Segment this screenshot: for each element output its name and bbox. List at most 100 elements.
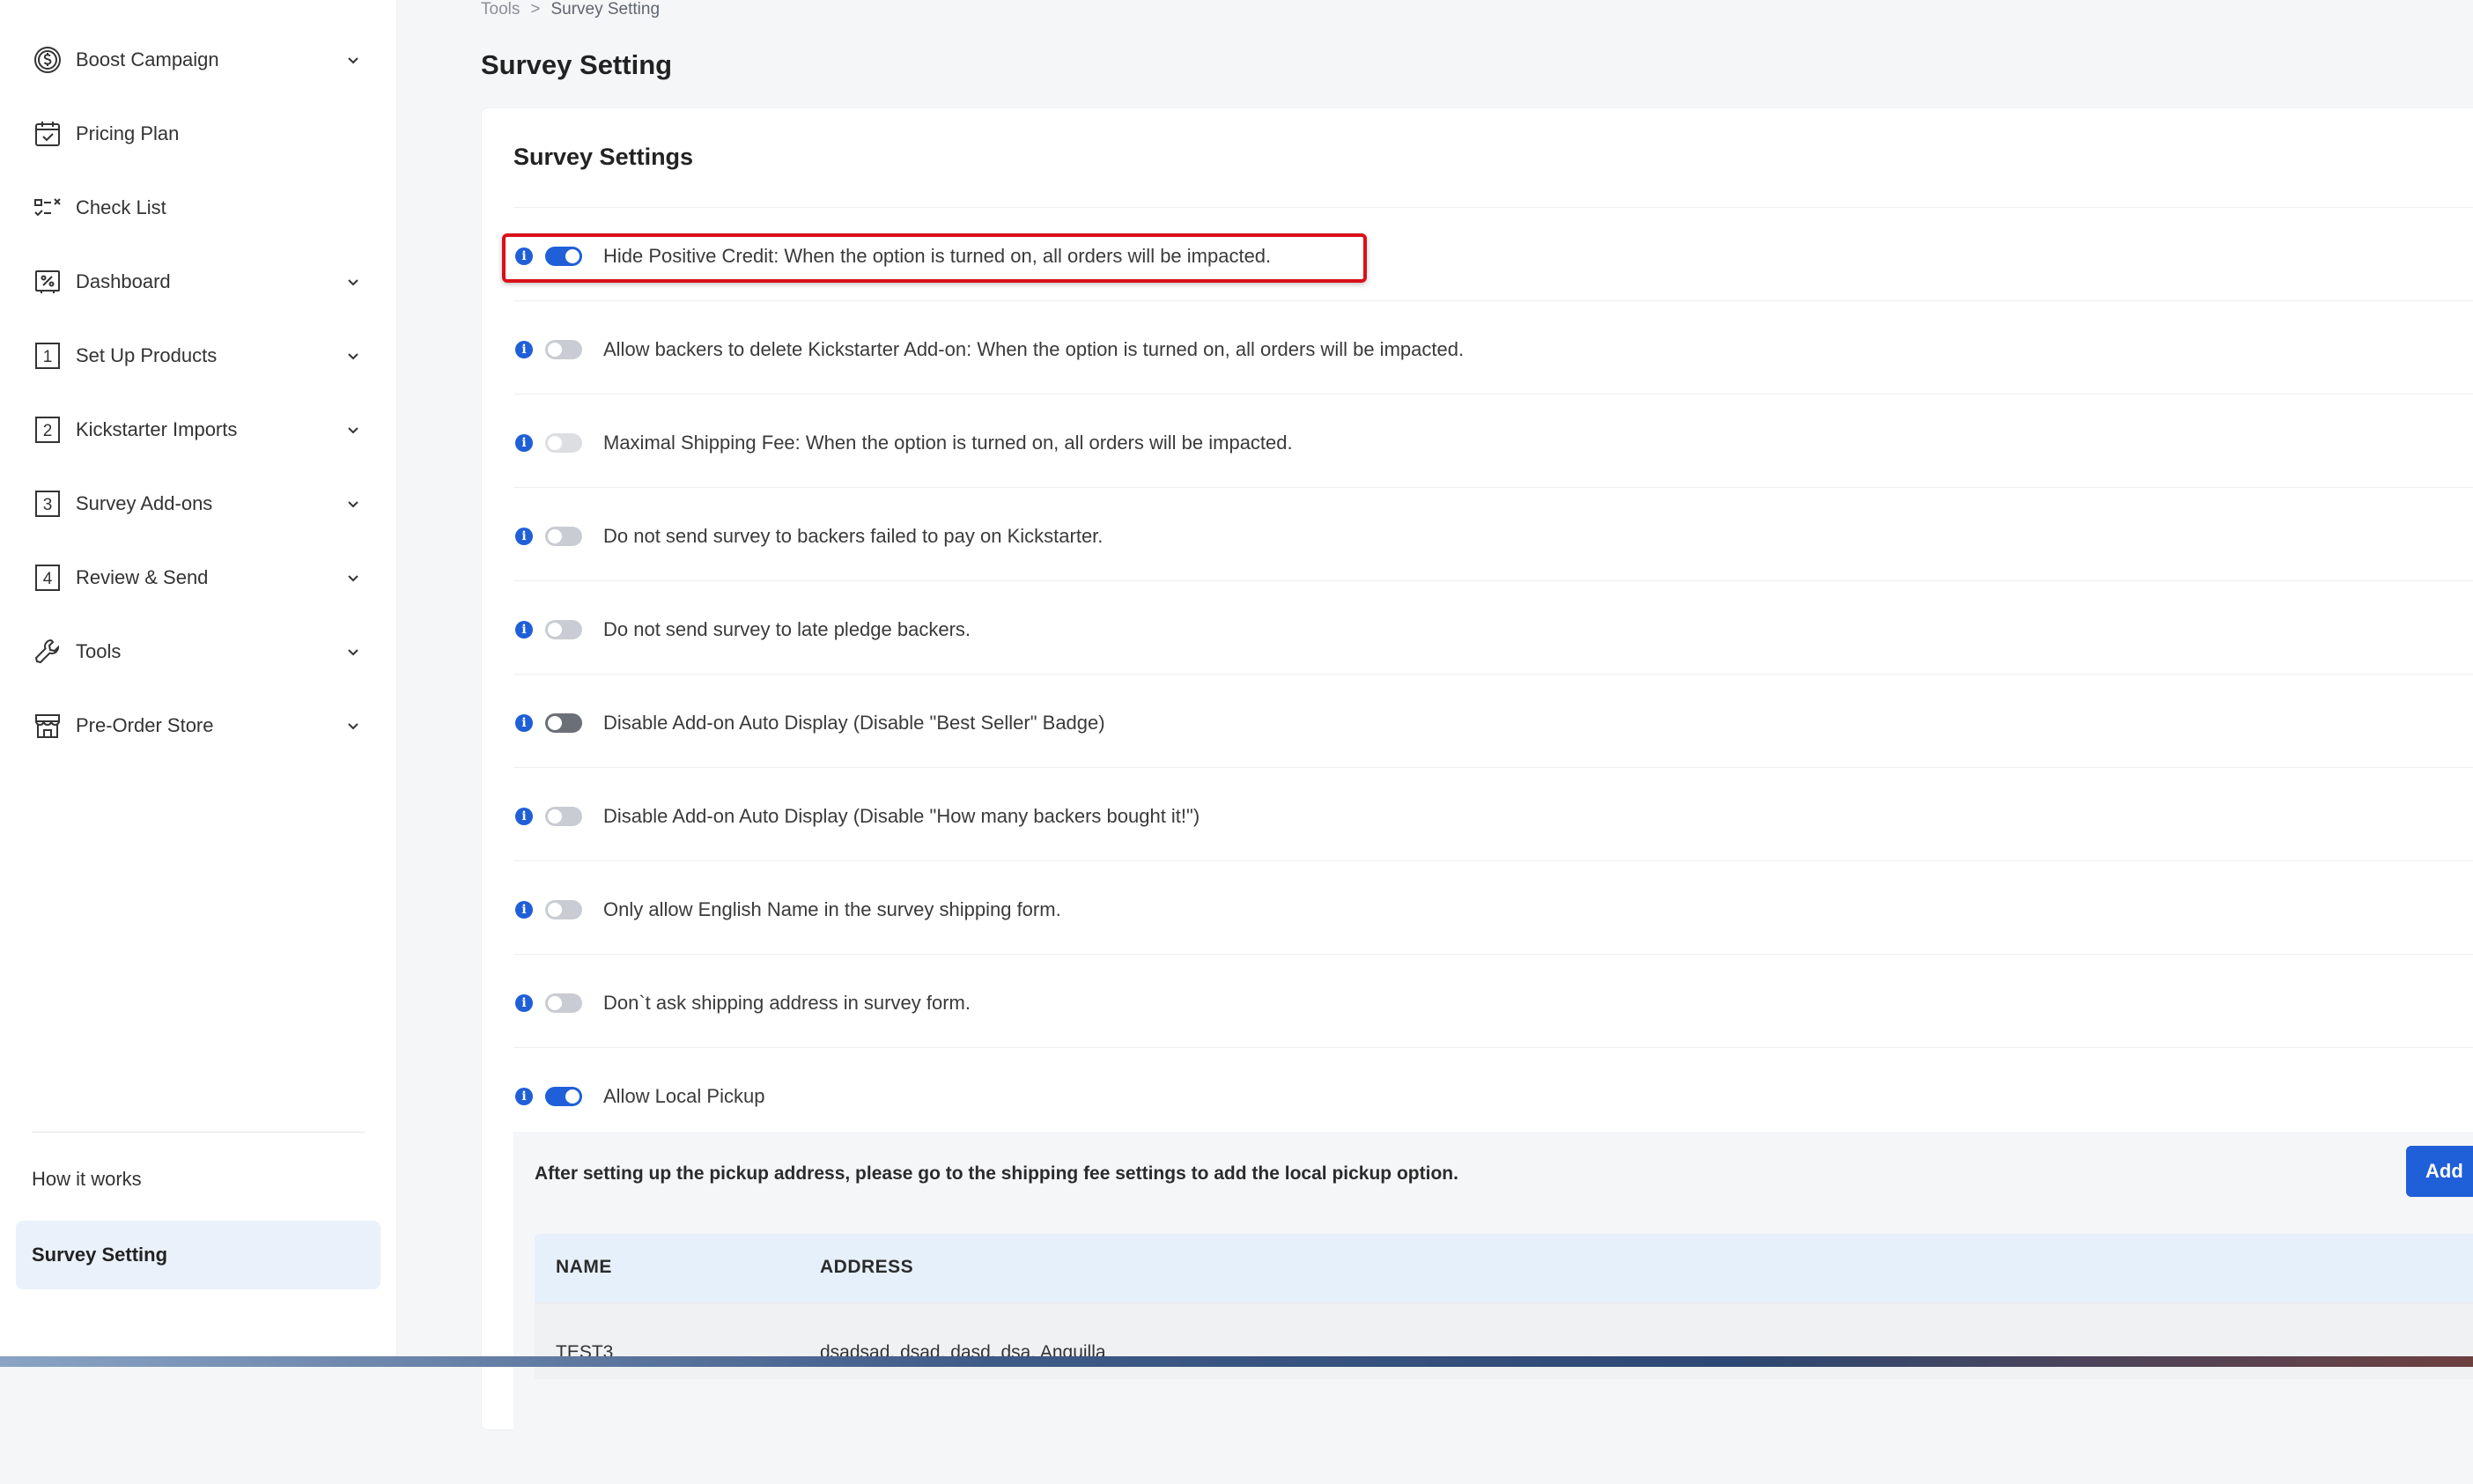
dashboard-percent-icon: [32, 266, 63, 298]
toggle-switch[interactable]: [545, 433, 582, 453]
setting-label: Disable Add-on Auto Display (Disable "Ho…: [603, 805, 1200, 827]
sidebar-item-tools[interactable]: Tools: [32, 631, 366, 673]
survey-settings-card: Survey Settings i Hide Positive Credit: …: [481, 107, 2473, 1484]
breadcrumb-current: Survey Setting: [550, 0, 661, 18]
sidebar-item-label: Set Up Products: [76, 344, 218, 366]
column-header-address: ADDRESS: [820, 1257, 914, 1277]
info-icon[interactable]: i: [515, 341, 533, 358]
page-title: Survey Setting: [481, 49, 673, 80]
setting-label: Disable Add-on Auto Display (Disable "Be…: [603, 712, 1105, 734]
step-number: 4: [43, 570, 53, 588]
add-pickup-button[interactable]: Add: [2406, 1146, 2473, 1197]
toggle-switch[interactable]: [545, 993, 582, 1013]
setting-row-late-pledge: i Do not send survey to late pledge back…: [513, 612, 2451, 647]
info-icon[interactable]: i: [515, 528, 533, 545]
breadcrumb: Tools > Survey Setting: [481, 0, 660, 19]
pickup-note: After setting up the pickup address, ple…: [535, 1163, 1458, 1184]
setting-row-english-name: i Only allow English Name in the survey …: [513, 892, 2451, 927]
chevron-down-icon: [343, 346, 363, 365]
setting-row-allow-delete-addon: i Allow backers to delete Kickstarter Ad…: [513, 332, 2451, 367]
sidebar-divider: [32, 1132, 365, 1133]
highlight-annotation-box: [502, 233, 1367, 283]
local-pickup-panel: After setting up the pickup address, ple…: [513, 1132, 2473, 1484]
setting-label: Allow Local Pickup: [603, 1085, 765, 1107]
toggle-switch[interactable]: [545, 620, 582, 639]
toggle-switch[interactable]: [545, 340, 582, 359]
info-icon[interactable]: i: [515, 1088, 533, 1105]
info-icon[interactable]: i: [515, 714, 533, 732]
column-header-name: NAME: [556, 1257, 612, 1277]
divider: [513, 394, 2473, 395]
table-header: NAME ADDRESS: [535, 1234, 2473, 1303]
sidebar-item-review-send[interactable]: 4 Review & Send: [32, 557, 366, 599]
calendar-check-icon: [32, 118, 63, 150]
wrench-icon: [32, 636, 63, 668]
setting-row-no-shipping-address: i Don`t ask shipping address in survey f…: [513, 986, 2451, 1021]
setting-label: Allow backers to delete Kickstarter Add-…: [603, 338, 1465, 360]
sidebar-item-label: Tools: [76, 640, 122, 662]
sidebar-item-survey-add-ons[interactable]: 3 Survey Add-ons: [32, 483, 366, 525]
info-icon[interactable]: i: [515, 434, 533, 452]
setting-row-local-pickup: i Allow Local Pickup: [513, 1079, 2451, 1114]
sidebar-item-check-list[interactable]: Check List: [32, 187, 366, 229]
setting-label: Only allow English Name in the survey sh…: [603, 898, 1061, 920]
sidebar-item-dashboard[interactable]: Dashboard: [32, 261, 366, 303]
sidebar-item-label: Survey Setting: [32, 1244, 168, 1266]
sidebar-item-kickstarter-imports[interactable]: 2 Kickstarter Imports: [32, 409, 366, 451]
toggle-switch[interactable]: [545, 713, 582, 733]
sidebar-item-label: Dashboard: [76, 270, 171, 292]
sidebar-item-label: Pre-Order Store: [76, 714, 214, 736]
sidebar-item-label: Boost Campaign: [76, 48, 219, 70]
card-title: Survey Settings: [513, 144, 694, 170]
step-3-icon: 3: [32, 488, 63, 520]
sidebar-item-label: Survey Add-ons: [76, 492, 213, 514]
divider: [513, 207, 2473, 208]
step-number: 2: [43, 422, 53, 440]
sidebar-item-survey-setting[interactable]: Survey Setting: [16, 1221, 380, 1289]
store-icon: [32, 710, 63, 742]
divider: [513, 487, 2473, 488]
info-icon[interactable]: i: [515, 994, 533, 1012]
setting-label: Do not send survey to late pledge backer…: [603, 618, 971, 640]
step-number: 3: [43, 496, 53, 514]
toggle-switch[interactable]: [545, 1087, 582, 1106]
setting-row-failed-payment: i Do not send survey to backers failed t…: [513, 519, 2451, 554]
setting-row-maximal-shipping-fee: i Maximal Shipping Fee: When the option …: [513, 425, 2451, 461]
how-it-works-link[interactable]: How it works: [32, 1168, 142, 1191]
setting-label: Do not send survey to backers failed to …: [603, 525, 1104, 547]
toggle-switch[interactable]: [545, 807, 582, 826]
toggle-switch[interactable]: [545, 527, 582, 546]
divider: [513, 300, 2473, 301]
step-2-icon: 2: [32, 414, 63, 446]
setting-label: Don`t ask shipping address in survey for…: [603, 992, 971, 1014]
sidebar-item-pricing-plan[interactable]: Pricing Plan: [32, 113, 366, 155]
divider: [513, 954, 2473, 955]
table-row[interactable]: TEST3 dsadsad, dsad, dasd, dsa, Anguilla: [535, 1303, 2473, 1379]
breadcrumb-tools-link[interactable]: Tools: [481, 0, 520, 18]
step-4-icon: 4: [32, 562, 63, 594]
divider: [513, 860, 2473, 861]
info-icon[interactable]: i: [515, 621, 533, 639]
chevron-down-icon: [343, 272, 363, 292]
divider: [513, 1047, 2473, 1048]
setting-row-backers-bought: i Disable Add-on Auto Display (Disable "…: [513, 799, 2451, 834]
chevron-down-icon: [343, 642, 363, 661]
info-icon[interactable]: i: [515, 808, 533, 825]
chevron-down-icon: [343, 716, 363, 735]
sidebar-item-label: Kickstarter Imports: [76, 418, 238, 440]
dollar-circle-icon: [32, 44, 63, 76]
sidebar-item-boost-campaign[interactable]: Boost Campaign: [32, 39, 366, 81]
step-1-icon: 1: [32, 340, 63, 372]
divider: [513, 767, 2473, 768]
sidebar-item-set-up-products[interactable]: 1 Set Up Products: [32, 335, 366, 377]
info-icon[interactable]: i: [515, 901, 533, 919]
chevron-down-icon: [343, 568, 363, 587]
sidebar: Boost Campaign Pricing Plan Check List D…: [0, 0, 397, 1367]
toggle-switch[interactable]: [545, 900, 582, 919]
desktop-taskbar-edge: [0, 1356, 2473, 1367]
sidebar-item-pre-order-store[interactable]: Pre-Order Store: [32, 705, 366, 747]
sidebar-item-label: Review & Send: [76, 566, 209, 588]
setting-row-best-seller-badge: i Disable Add-on Auto Display (Disable "…: [513, 705, 2451, 741]
breadcrumb-separator: >: [530, 0, 541, 18]
chevron-down-icon: [343, 494, 363, 513]
